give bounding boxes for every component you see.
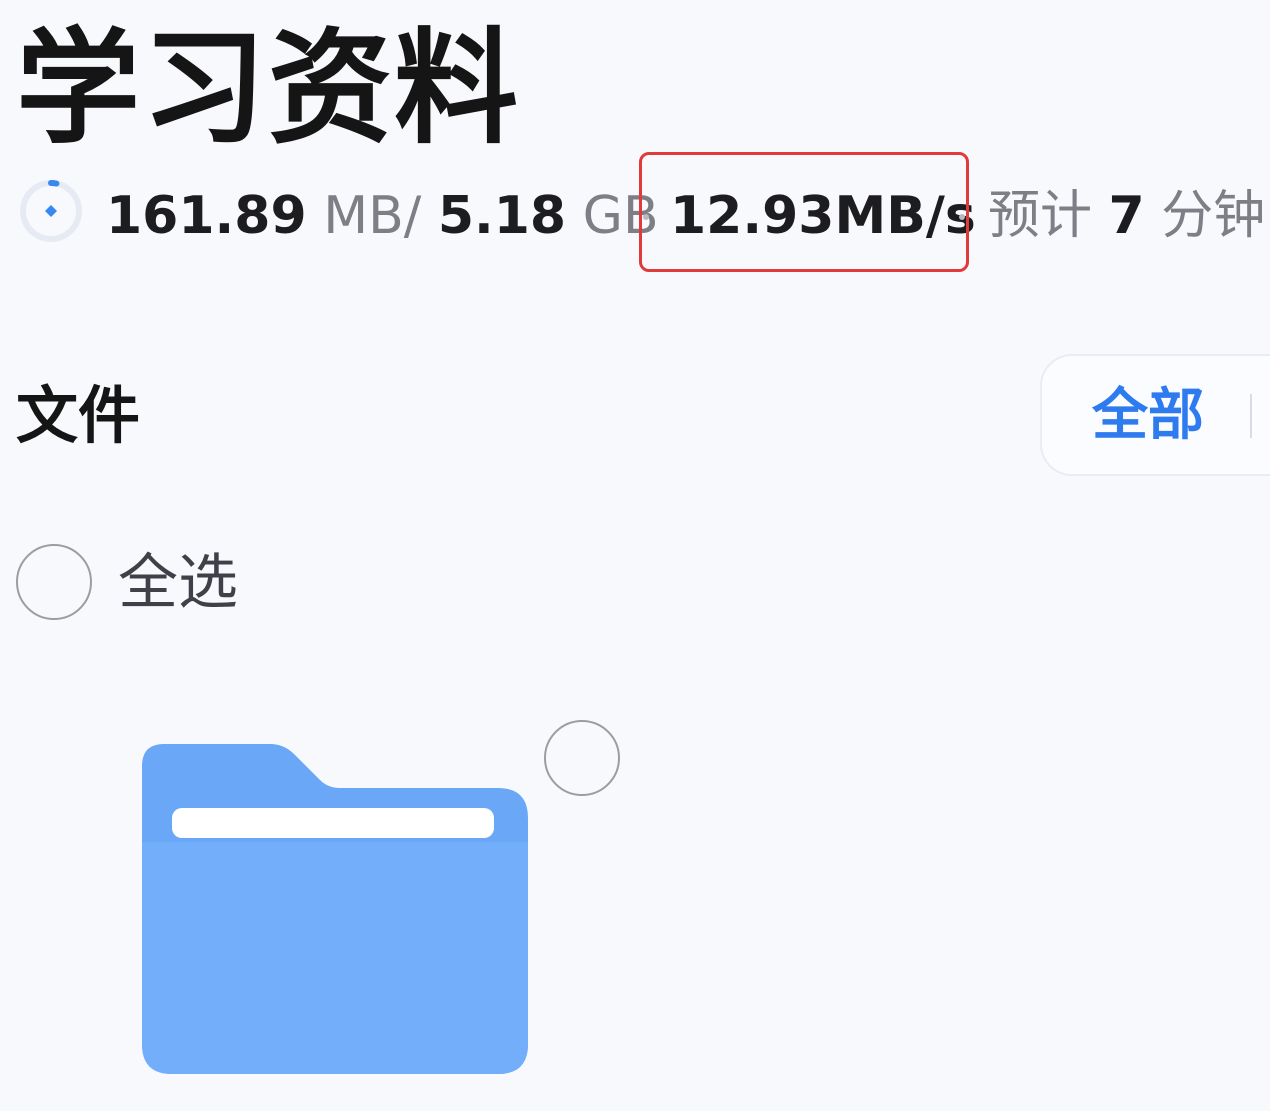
select-all-label[interactable]: 全选 [118, 545, 238, 621]
select-all-checkbox[interactable] [16, 544, 92, 620]
downloaded-size: 161.89 [106, 186, 307, 246]
total-size: 5.18 [437, 186, 567, 246]
folder-icon[interactable] [142, 744, 528, 1074]
transfer-status: 161.89 MB/ 5.18 GB [106, 180, 659, 252]
separator-dot [959, 214, 965, 220]
section-title-files: 文件 [16, 379, 141, 452]
eta: 预计 7 分钟 [988, 180, 1265, 252]
speed-highlight-box [639, 152, 969, 272]
filter-label: 全部 [1092, 383, 1204, 448]
eta-unit: 分钟 [1161, 186, 1266, 246]
folder-select-checkbox[interactable] [544, 720, 620, 796]
download-progress-icon [20, 180, 82, 242]
filter-dropdown[interactable]: 全部 [1040, 354, 1270, 476]
eta-label: 预计 [988, 186, 1093, 246]
size-separator: / [403, 186, 422, 246]
filter-divider [1250, 394, 1252, 438]
eta-value: 7 [1108, 186, 1145, 246]
page-title: 学习资料 [16, 17, 521, 161]
downloaded-unit: MB [323, 186, 404, 246]
